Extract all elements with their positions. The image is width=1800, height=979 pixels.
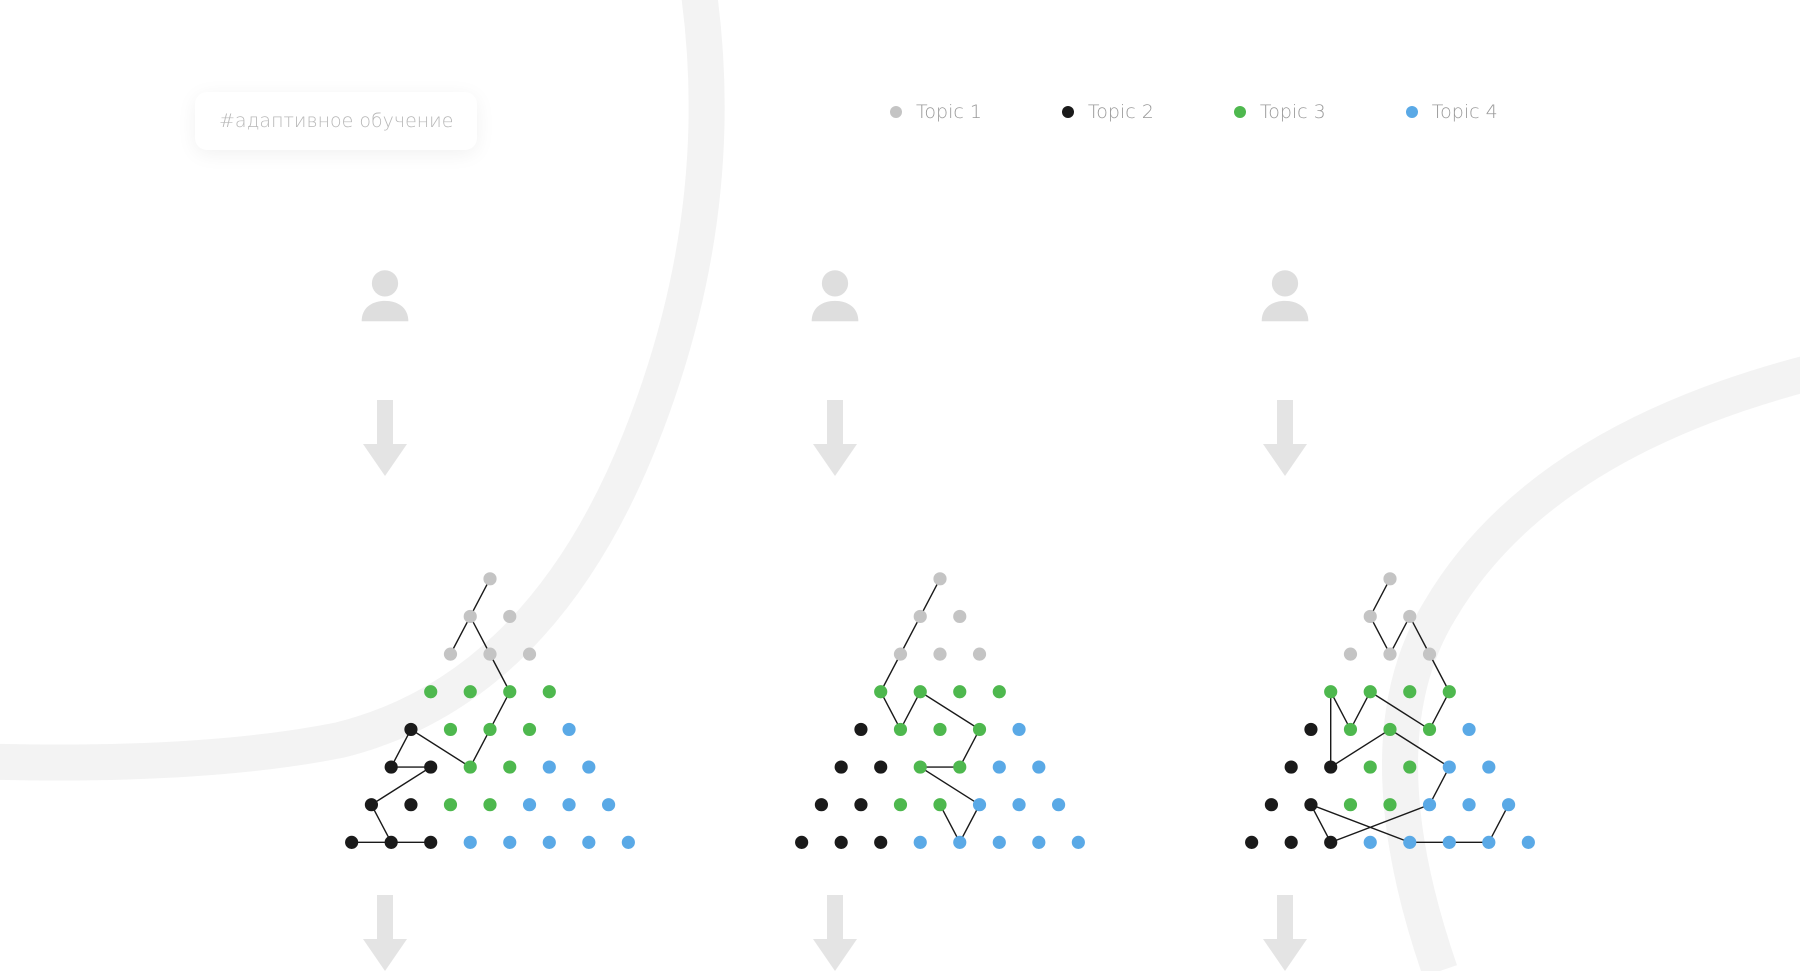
legend-dot — [890, 106, 902, 118]
hashtag-label: #адаптивное обучение — [195, 92, 477, 150]
arrow-down-icon — [1255, 895, 1315, 975]
legend-item: Topic 3 — [1234, 101, 1326, 123]
legend-label: Topic 3 — [1260, 101, 1326, 123]
arrow-down-icon — [1255, 400, 1315, 480]
legend-item: Topic 1 — [890, 101, 982, 123]
user-badge-3 — [1205, 215, 1365, 375]
arrow-down-icon — [805, 400, 865, 480]
tag-text: #адаптивное обучение — [219, 110, 453, 132]
user-badge-2 — [755, 215, 915, 375]
learning-path-tree — [1200, 560, 1580, 880]
user-badge-1 — [305, 215, 465, 375]
legend: Topic 1 Topic 2 Topic 3 Topic 4 — [890, 101, 1498, 123]
legend-item: Topic 2 — [1062, 101, 1154, 123]
learning-path-tree — [750, 560, 1130, 880]
legend-dot — [1406, 106, 1418, 118]
legend-dot — [1062, 106, 1074, 118]
legend-label: Topic 4 — [1432, 101, 1498, 123]
arrow-down-icon — [805, 895, 865, 975]
legend-dot — [1234, 106, 1246, 118]
legend-label: Topic 1 — [916, 101, 982, 123]
legend-label: Topic 2 — [1088, 101, 1154, 123]
arrow-down-icon — [355, 400, 415, 480]
arrow-down-icon — [355, 895, 415, 975]
legend-item: Topic 4 — [1406, 101, 1498, 123]
learning-path-tree — [300, 560, 680, 880]
